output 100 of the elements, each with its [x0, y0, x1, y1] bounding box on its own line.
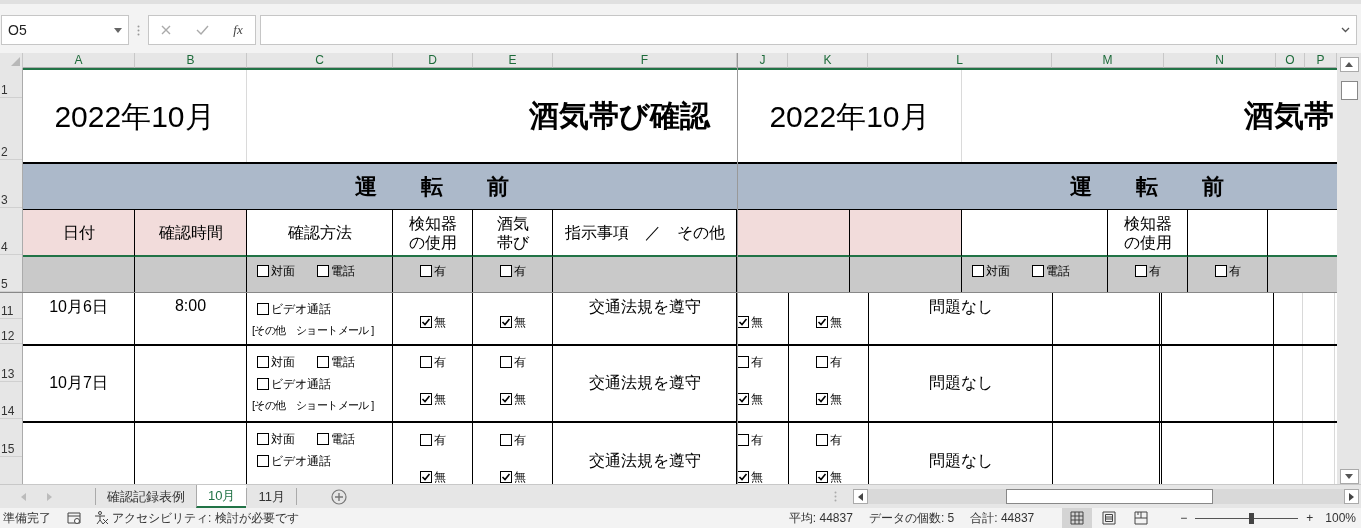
normal-view-button[interactable]	[1062, 508, 1093, 528]
checkbox-label: 有	[751, 431, 763, 449]
checkbox[interactable]	[499, 471, 512, 483]
page-break-icon	[1133, 510, 1150, 526]
column-header[interactable]: M	[1052, 53, 1164, 68]
column-header[interactable]: A	[23, 53, 135, 68]
column-header[interactable]: F	[553, 53, 737, 68]
cell-reference: O5	[8, 22, 27, 38]
date-cell-text: 10月6日	[49, 297, 108, 317]
row-header[interactable]: 4	[0, 208, 22, 255]
checkbox[interactable]	[815, 393, 828, 405]
scroll-left-button[interactable]	[853, 489, 868, 504]
row-header[interactable]: 11	[0, 293, 22, 319]
name-box[interactable]: O5	[1, 15, 129, 45]
column-header[interactable]: K	[788, 53, 868, 68]
zoom-in-button[interactable]: +	[1306, 511, 1314, 525]
column-header[interactable]: O	[1276, 53, 1305, 68]
scroll-down-button[interactable]	[1339, 469, 1359, 484]
expand-icon[interactable]	[1341, 27, 1350, 33]
row-header[interactable]: 14	[0, 382, 22, 419]
checkbox[interactable]	[1214, 265, 1227, 277]
scroll-right-button[interactable]	[1344, 489, 1359, 504]
checkbox[interactable]	[257, 378, 269, 390]
right-arrow-icon	[1349, 492, 1354, 501]
checkbox[interactable]	[257, 265, 269, 277]
checkbox[interactable]	[1134, 265, 1147, 277]
sheet-tab[interactable]: 10月	[196, 485, 247, 508]
row-header[interactable]: 12	[0, 319, 22, 344]
checkbox[interactable]	[815, 316, 828, 328]
checkbox[interactable]	[419, 434, 432, 446]
checkbox[interactable]	[738, 434, 749, 446]
checkbox-label: 有	[513, 353, 526, 371]
note-cell-text: 問題なし	[928, 297, 993, 317]
dropdown-icon[interactable]	[114, 27, 122, 33]
row-header[interactable]: 1	[0, 68, 22, 98]
checkbox[interactable]	[499, 316, 512, 328]
row-header[interactable]: 5	[0, 255, 22, 292]
row-header[interactable]: 15	[0, 419, 22, 457]
up-arrow-icon	[1345, 62, 1353, 67]
checkbox[interactable]	[815, 434, 828, 446]
checkbox[interactable]	[1032, 265, 1044, 277]
checkbox[interactable]	[317, 433, 329, 445]
checkbox[interactable]	[317, 356, 329, 368]
checkbox[interactable]	[738, 393, 749, 405]
accessibility-status[interactable]: アクセシビリティ: 検討が必要です	[112, 509, 299, 527]
checkbox[interactable]	[419, 471, 432, 483]
checkbox[interactable]	[738, 356, 749, 368]
scrollbar-thumb[interactable]	[1006, 489, 1213, 504]
checkbox[interactable]	[419, 316, 432, 328]
macro-icon[interactable]	[67, 511, 82, 525]
checkbox[interactable]	[499, 265, 512, 277]
checkbox[interactable]	[815, 471, 828, 483]
checkbox[interactable]	[499, 393, 512, 405]
checkbox[interactable]	[738, 471, 749, 483]
checkbox[interactable]	[317, 265, 329, 277]
row-header[interactable]: 13	[0, 344, 22, 382]
checkbox[interactable]	[499, 434, 512, 446]
checkbox[interactable]	[499, 356, 512, 368]
checkbox[interactable]	[419, 265, 432, 277]
other-method-text: [その他 ショートメール ]	[252, 323, 374, 338]
checkbox-label: 有	[1148, 262, 1161, 280]
column-header[interactable]: L	[868, 53, 1052, 68]
checkbox[interactable]	[257, 455, 269, 467]
checkbox-label: ビデオ通話	[271, 375, 331, 393]
column-header[interactable]: J	[738, 53, 788, 68]
month-title: 2022年10月	[54, 98, 215, 135]
column-header[interactable]: D	[393, 53, 473, 68]
checkbox[interactable]	[815, 356, 828, 368]
status-text: 準備完了	[3, 509, 51, 527]
column-header[interactable]: E	[473, 53, 553, 68]
add-sheet-icon[interactable]	[330, 488, 347, 505]
checkbox-label: 無	[433, 313, 446, 331]
zoom-out-button[interactable]: −	[1180, 511, 1188, 525]
column-header[interactable]: C	[247, 53, 393, 68]
checkbox[interactable]	[257, 303, 269, 315]
more-icon[interactable]	[137, 24, 140, 36]
checkbox-label: 有	[751, 353, 763, 371]
scrollbar-thumb[interactable]	[1340, 81, 1358, 100]
row-header[interactable]: 3	[0, 160, 22, 208]
scroll-up-button[interactable]	[1339, 57, 1359, 72]
checkbox[interactable]	[972, 265, 984, 277]
accessibility-icon[interactable]	[94, 511, 109, 525]
checkbox-label: 無	[433, 468, 446, 484]
checkbox[interactable]	[419, 393, 432, 405]
checkbox[interactable]	[257, 356, 269, 368]
checkbox-label: 無	[513, 468, 526, 484]
column-header[interactable]: N	[1164, 53, 1276, 68]
insert-function-button[interactable]: fx	[233, 22, 243, 38]
column-header[interactable]: B	[135, 53, 247, 68]
column-heading: 検知器の使用	[1122, 213, 1173, 252]
month-title: 2022年10月	[769, 98, 930, 135]
formula-field[interactable]	[260, 15, 1357, 45]
sheet-tab[interactable]: 11月	[246, 488, 296, 505]
checkbox[interactable]	[419, 356, 432, 368]
sheet-title: 酒気帯	[1244, 97, 1334, 134]
column-heading: 確認方法	[287, 223, 352, 242]
checkbox[interactable]	[738, 316, 749, 328]
row-header[interactable]: 2	[0, 98, 22, 160]
zoom-slider-thumb[interactable]	[1248, 512, 1254, 524]
checkbox[interactable]	[257, 433, 269, 445]
